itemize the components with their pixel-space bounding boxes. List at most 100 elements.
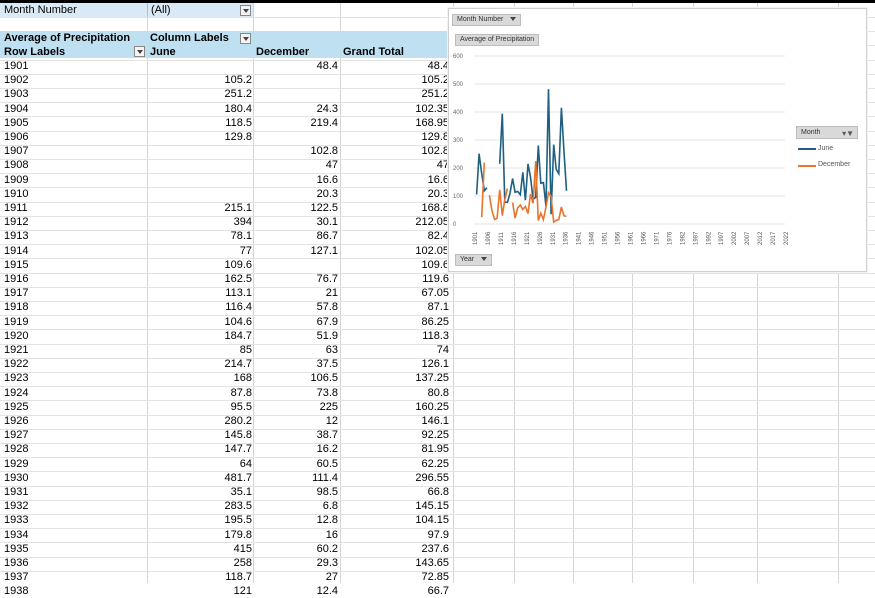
row-label: 1920 bbox=[4, 330, 29, 342]
december-value: 111.4 bbox=[312, 472, 338, 484]
chart-plot-svg: 0 100 200 300 400 500 600 1901 1906 1911 1916 1921 1… bbox=[453, 54, 790, 245]
december-value: 63 bbox=[325, 344, 338, 356]
june-value: 147.7 bbox=[224, 443, 252, 455]
x-tick-label: 2007 bbox=[745, 231, 751, 245]
row-label: 1905 bbox=[4, 117, 29, 129]
june-value: 78.1 bbox=[230, 230, 252, 242]
june-value: 415 bbox=[233, 543, 252, 555]
grand-total-value: 62.25 bbox=[421, 458, 449, 470]
grand-total-value: 92.25 bbox=[421, 429, 449, 441]
x-tick-label: 1997 bbox=[719, 231, 725, 245]
june-value: 179.8 bbox=[224, 529, 252, 541]
dropdown-arrow-icon bbox=[481, 257, 488, 262]
grand-total-value: 237.6 bbox=[421, 543, 449, 555]
x-tick-label: 1987 bbox=[693, 231, 699, 245]
row-label: 1921 bbox=[4, 344, 29, 356]
june-value: 168 bbox=[233, 372, 252, 384]
june-value: 95.5 bbox=[230, 401, 252, 413]
x-tick-label: 1941 bbox=[577, 231, 583, 245]
pivot-column-labels: Column Labels bbox=[150, 32, 229, 44]
x-tick-label: 1966 bbox=[641, 231, 647, 245]
grand-total-value: 145.15 bbox=[415, 500, 449, 512]
report-filter-dropdown-icon[interactable] bbox=[240, 5, 251, 16]
row-label: 1916 bbox=[4, 273, 29, 285]
x-tick-label: 2022 bbox=[784, 231, 790, 245]
december-value: 127.1 bbox=[310, 245, 338, 257]
row-label: 1925 bbox=[4, 401, 29, 413]
x-tick-label: 1971 bbox=[654, 231, 660, 245]
june-value: 121 bbox=[233, 585, 252, 597]
december-value: 67.9 bbox=[316, 316, 338, 328]
december-value: 48.4 bbox=[316, 60, 338, 72]
june-value: 105.2 bbox=[224, 74, 252, 86]
row-label: 1915 bbox=[4, 259, 29, 271]
december-value: 16.6 bbox=[316, 174, 338, 186]
june-value: 64 bbox=[239, 458, 252, 470]
row-label: 1913 bbox=[4, 230, 29, 242]
december-value: 57.8 bbox=[316, 301, 338, 313]
december-value: 76.7 bbox=[316, 273, 338, 285]
row-label: 1937 bbox=[4, 571, 29, 583]
grand-total-value: 212.05 bbox=[415, 216, 449, 228]
x-tick-label: 1906 bbox=[486, 231, 492, 245]
june-value: 162.5 bbox=[224, 273, 252, 285]
x-tick-label: 1911 bbox=[499, 231, 505, 245]
grand-total-value: 102.05 bbox=[415, 245, 449, 257]
pivot-chart[interactable]: Month Number Average of Precipitation 01… bbox=[448, 8, 867, 272]
grand-total-value: 16.6 bbox=[427, 174, 449, 186]
row-label: 1918 bbox=[4, 301, 29, 313]
row-label: 1906 bbox=[4, 131, 29, 143]
row-label: 1901 bbox=[4, 60, 29, 72]
grand-total-value: 86.25 bbox=[421, 316, 449, 328]
grand-total-value: 87.1 bbox=[427, 301, 449, 313]
grand-total-value: 168.95 bbox=[415, 117, 449, 129]
x-tick-label: 1931 bbox=[551, 231, 557, 245]
june-value: 214.7 bbox=[224, 358, 252, 370]
row-label: 1914 bbox=[4, 245, 29, 257]
row-label: 1934 bbox=[4, 529, 29, 541]
grand-total-value: 143.65 bbox=[415, 557, 449, 569]
report-filter-label: Month Number bbox=[4, 4, 77, 16]
legend-swatch-june bbox=[798, 148, 816, 150]
x-tick-label: 1951 bbox=[603, 231, 609, 245]
grand-total-value: 160.25 bbox=[415, 401, 449, 413]
row-label: 1902 bbox=[4, 74, 29, 86]
june-value: 129.8 bbox=[224, 131, 252, 143]
grand-total-value: 47 bbox=[436, 159, 449, 171]
row-label: 1930 bbox=[4, 472, 29, 484]
year-axis-field-button[interactable]: Year bbox=[455, 254, 493, 266]
december-value: 73.8 bbox=[316, 387, 338, 399]
row-label: 1935 bbox=[4, 543, 29, 555]
grand-total-value: 146.1 bbox=[421, 415, 449, 427]
y-tick-label: 500 bbox=[453, 82, 464, 88]
column-header-december: December bbox=[256, 46, 310, 58]
row-label: 1912 bbox=[4, 216, 29, 228]
legend-field-button[interactable]: Month ▾▼ bbox=[796, 126, 858, 139]
x-tick-label: 1956 bbox=[616, 231, 622, 245]
row-labels-filter-icon[interactable] bbox=[134, 46, 145, 57]
december-value: 6.8 bbox=[322, 500, 338, 512]
row-label: 1926 bbox=[4, 415, 29, 427]
december-value: 225 bbox=[319, 401, 338, 413]
grand-total-value: 102.8 bbox=[421, 145, 449, 157]
y-tick-label: 100 bbox=[453, 194, 464, 200]
december-value: 24.3 bbox=[316, 103, 338, 115]
column-header-grand-total: Grand Total bbox=[343, 46, 404, 58]
row-label: 1903 bbox=[4, 88, 29, 100]
column-gridline bbox=[147, 3, 148, 583]
december-value: 12.8 bbox=[316, 514, 338, 526]
june-value: 251.2 bbox=[224, 88, 252, 100]
row-label: 1909 bbox=[4, 174, 29, 186]
grand-total-value: 119.6 bbox=[422, 273, 449, 285]
june-value: 104.6 bbox=[224, 316, 252, 328]
december-value: 12.4 bbox=[316, 585, 338, 597]
row-label: 1911 bbox=[4, 202, 28, 214]
december-value: 98.5 bbox=[316, 486, 338, 498]
filter-icon: ▾▼ bbox=[842, 129, 854, 138]
column-labels-filter-icon[interactable] bbox=[240, 33, 251, 44]
grand-total-value: 129.8 bbox=[421, 131, 449, 143]
june-value: 184.7 bbox=[224, 330, 252, 342]
x-tick-label: 1921 bbox=[525, 231, 531, 245]
grand-total-value: 72.85 bbox=[421, 571, 449, 583]
x-tick-label: 1936 bbox=[564, 231, 570, 245]
